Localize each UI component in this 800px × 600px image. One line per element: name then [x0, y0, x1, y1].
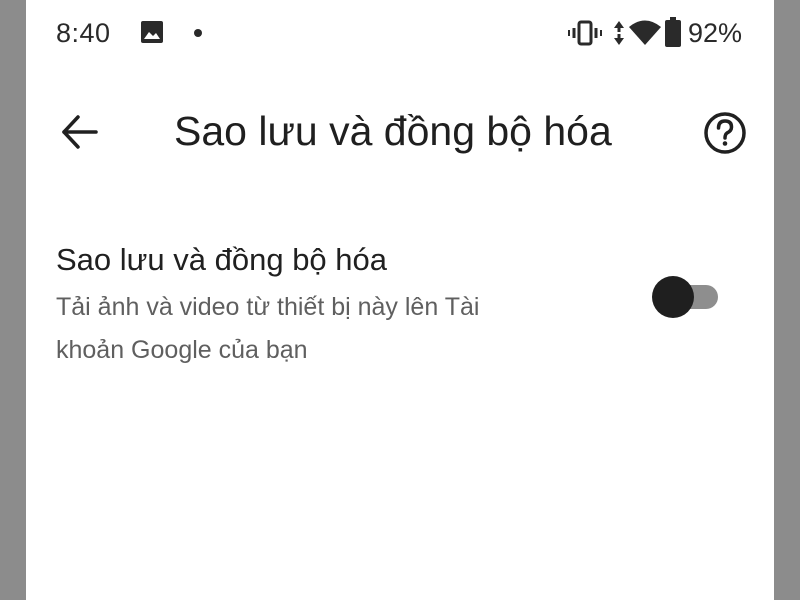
setting-description: Tải ảnh và video từ thiết bị này lên Tài…: [56, 286, 616, 372]
help-circle-icon: [704, 112, 746, 154]
battery-icon: [665, 17, 681, 47]
data-arrows-icon: [614, 21, 624, 45]
back-button[interactable]: [56, 110, 104, 154]
help-button[interactable]: [702, 110, 748, 156]
device-bezel: 8:40 92% Sao lưu và đồng bộ hóa Sao lưu …: [0, 0, 800, 600]
battery-percentage: 92%: [688, 18, 743, 48]
backup-sync-setting-row[interactable]: Sao lưu và đồng bộ hóa Tải ảnh và video …: [26, 230, 774, 370]
status-time: 8:40: [56, 18, 111, 48]
notification-dot-icon: [194, 29, 202, 37]
status-bar: 8:40 92%: [26, 0, 774, 66]
app-bar: Sao lưu và đồng bộ hóa: [26, 90, 774, 174]
setting-title: Sao lưu và đồng bộ hóa: [56, 242, 388, 277]
arrow-back-icon: [62, 115, 98, 149]
vibrate-icon: [568, 20, 602, 46]
backup-sync-toggle[interactable]: [652, 276, 722, 318]
toggle-thumb: [652, 276, 694, 318]
page-title: Sao lưu và đồng bộ hóa: [174, 108, 612, 154]
setting-description-line-1: Tải ảnh và video từ thiết bị này lên Tài: [56, 293, 480, 321]
setting-description-line-2: khoản Google của bạn: [56, 336, 308, 364]
wifi-icon: [629, 20, 661, 45]
phone-screen: 8:40 92% Sao lưu và đồng bộ hóa Sao lưu …: [26, 0, 774, 600]
gallery-icon: [141, 21, 163, 43]
